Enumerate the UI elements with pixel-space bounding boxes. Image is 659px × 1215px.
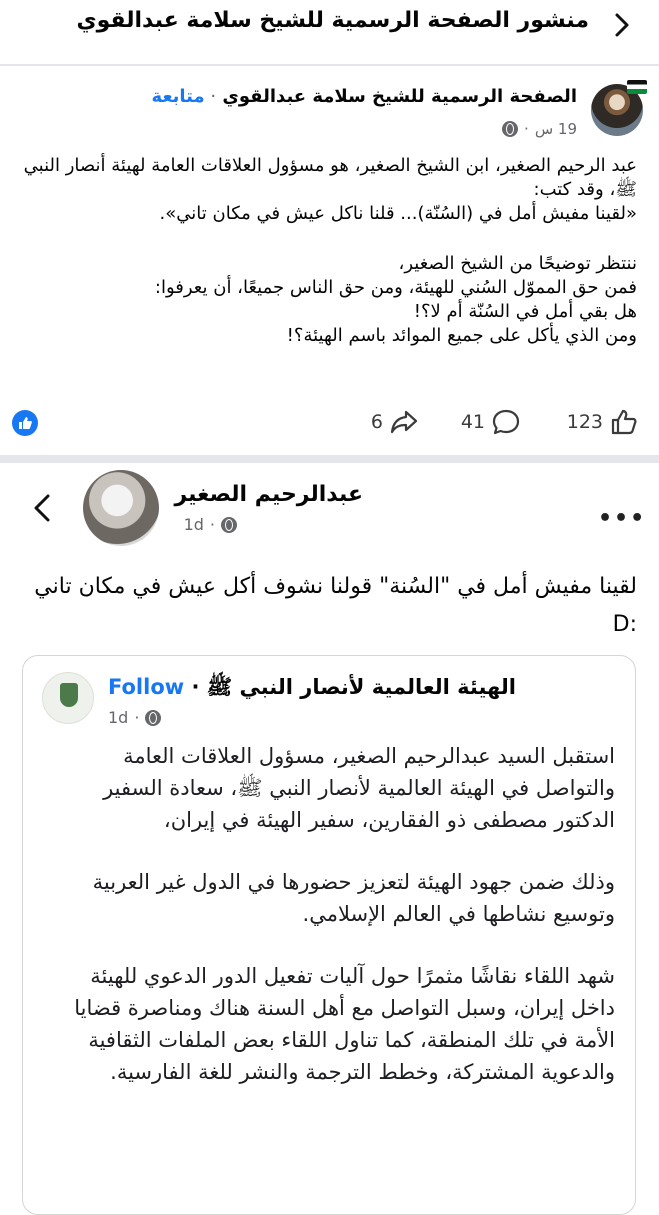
like-button[interactable]: 123	[567, 406, 639, 438]
globe-icon	[502, 121, 519, 137]
post-header: الصفحة الرسمية للشيخ سلامة عبدالقوي · مت…	[152, 86, 577, 107]
post-time[interactable]: 19 س	[535, 120, 577, 138]
share-button[interactable]: 6	[371, 406, 419, 438]
separator-dot: ·	[209, 515, 215, 534]
post-paragraph: ننتظر توضيحًا من الشيخ الصغير،	[398, 253, 637, 274]
shared-body: استقبل السيد عبدالرحيم الصغير، مسؤول الع…	[40, 740, 615, 1088]
shared-header: الهيئة العالمية لأنصار النبي ﷺ · Follow	[108, 674, 516, 705]
separator-dot: ·	[134, 708, 140, 727]
embedded-time[interactable]: 1d	[184, 515, 204, 534]
embedded-meta: 1d ·	[184, 515, 237, 534]
back-chevron-icon[interactable]	[607, 10, 637, 40]
more-dots-icon[interactable]: •••	[598, 506, 646, 531]
page-avatar[interactable]	[591, 80, 647, 136]
share-count: 6	[370, 411, 383, 433]
post-paragraph: هل بقي أمل في السُنّة أم لا؟!	[413, 301, 637, 322]
post-body: عبد الرحيم الصغير، ابن الشيخ الصغير، هو …	[17, 154, 637, 348]
separator-dot: ·	[524, 120, 529, 138]
follow-button[interactable]: متابعة	[152, 86, 205, 107]
comment-count: 41	[460, 411, 485, 433]
chevron-left-icon[interactable]	[28, 488, 58, 528]
post-meta: 19 س ·	[502, 120, 577, 138]
shared-paragraph: استقبل السيد عبدالرحيم الصغير، مسؤول الع…	[103, 744, 615, 832]
like-reaction-icon[interactable]	[12, 410, 38, 436]
shared-paragraph: شهد اللقاء نقاشًا مثمرًا حول آليات تفعيل…	[74, 964, 615, 1084]
like-count: 123	[566, 411, 603, 433]
divider	[0, 455, 659, 463]
separator-dot: ·	[184, 675, 200, 699]
organization-name[interactable]: الهيئة العالمية لأنصار النبي ﷺ	[207, 675, 516, 699]
emblem-icon	[60, 683, 78, 707]
globe-icon	[145, 709, 162, 726]
post-paragraph: عبد الرحيم الصغير، ابن الشيخ الصغير، هو …	[23, 155, 637, 200]
page-name[interactable]: الصفحة الرسمية للشيخ سلامة عبدالقوي	[222, 86, 577, 107]
shared-meta: 1d ·	[108, 708, 162, 727]
comment-button[interactable]: 41	[461, 406, 521, 438]
share-icon	[390, 410, 418, 434]
shared-paragraph: وذلك ضمن جهود الهيئة لتعزيز حضورها في ال…	[92, 870, 615, 926]
post-paragraph: ومن الذي يأكل على جميع الموائد باسم الهي…	[286, 325, 637, 346]
page-title: منشور الصفحة الرسمية للشيخ سلامة عبدالقو…	[76, 8, 589, 33]
post-paragraph: فمن حق المموّل السُني للهيئة، ومن حق الن…	[154, 277, 637, 298]
post-quote: «لقينا مفيش أمل في (السُنّة)... قلنا ناك…	[159, 203, 637, 224]
comment-icon	[492, 409, 520, 435]
organization-avatar[interactable]	[42, 672, 94, 724]
shared-time[interactable]: 1d	[108, 708, 128, 727]
thumbs-up-icon	[611, 409, 637, 435]
embedded-text: لقينا مفيش أمل في "السُنة" قولنا نشوف أك…	[34, 574, 637, 637]
flag-icon	[627, 80, 647, 94]
author-avatar[interactable]	[83, 470, 159, 546]
author-name[interactable]: عبدالرحيم الصغير	[174, 482, 363, 507]
divider	[0, 64, 659, 66]
globe-icon	[221, 516, 237, 533]
follow-button[interactable]: Follow	[108, 675, 184, 699]
separator-dot: ·	[204, 86, 217, 107]
